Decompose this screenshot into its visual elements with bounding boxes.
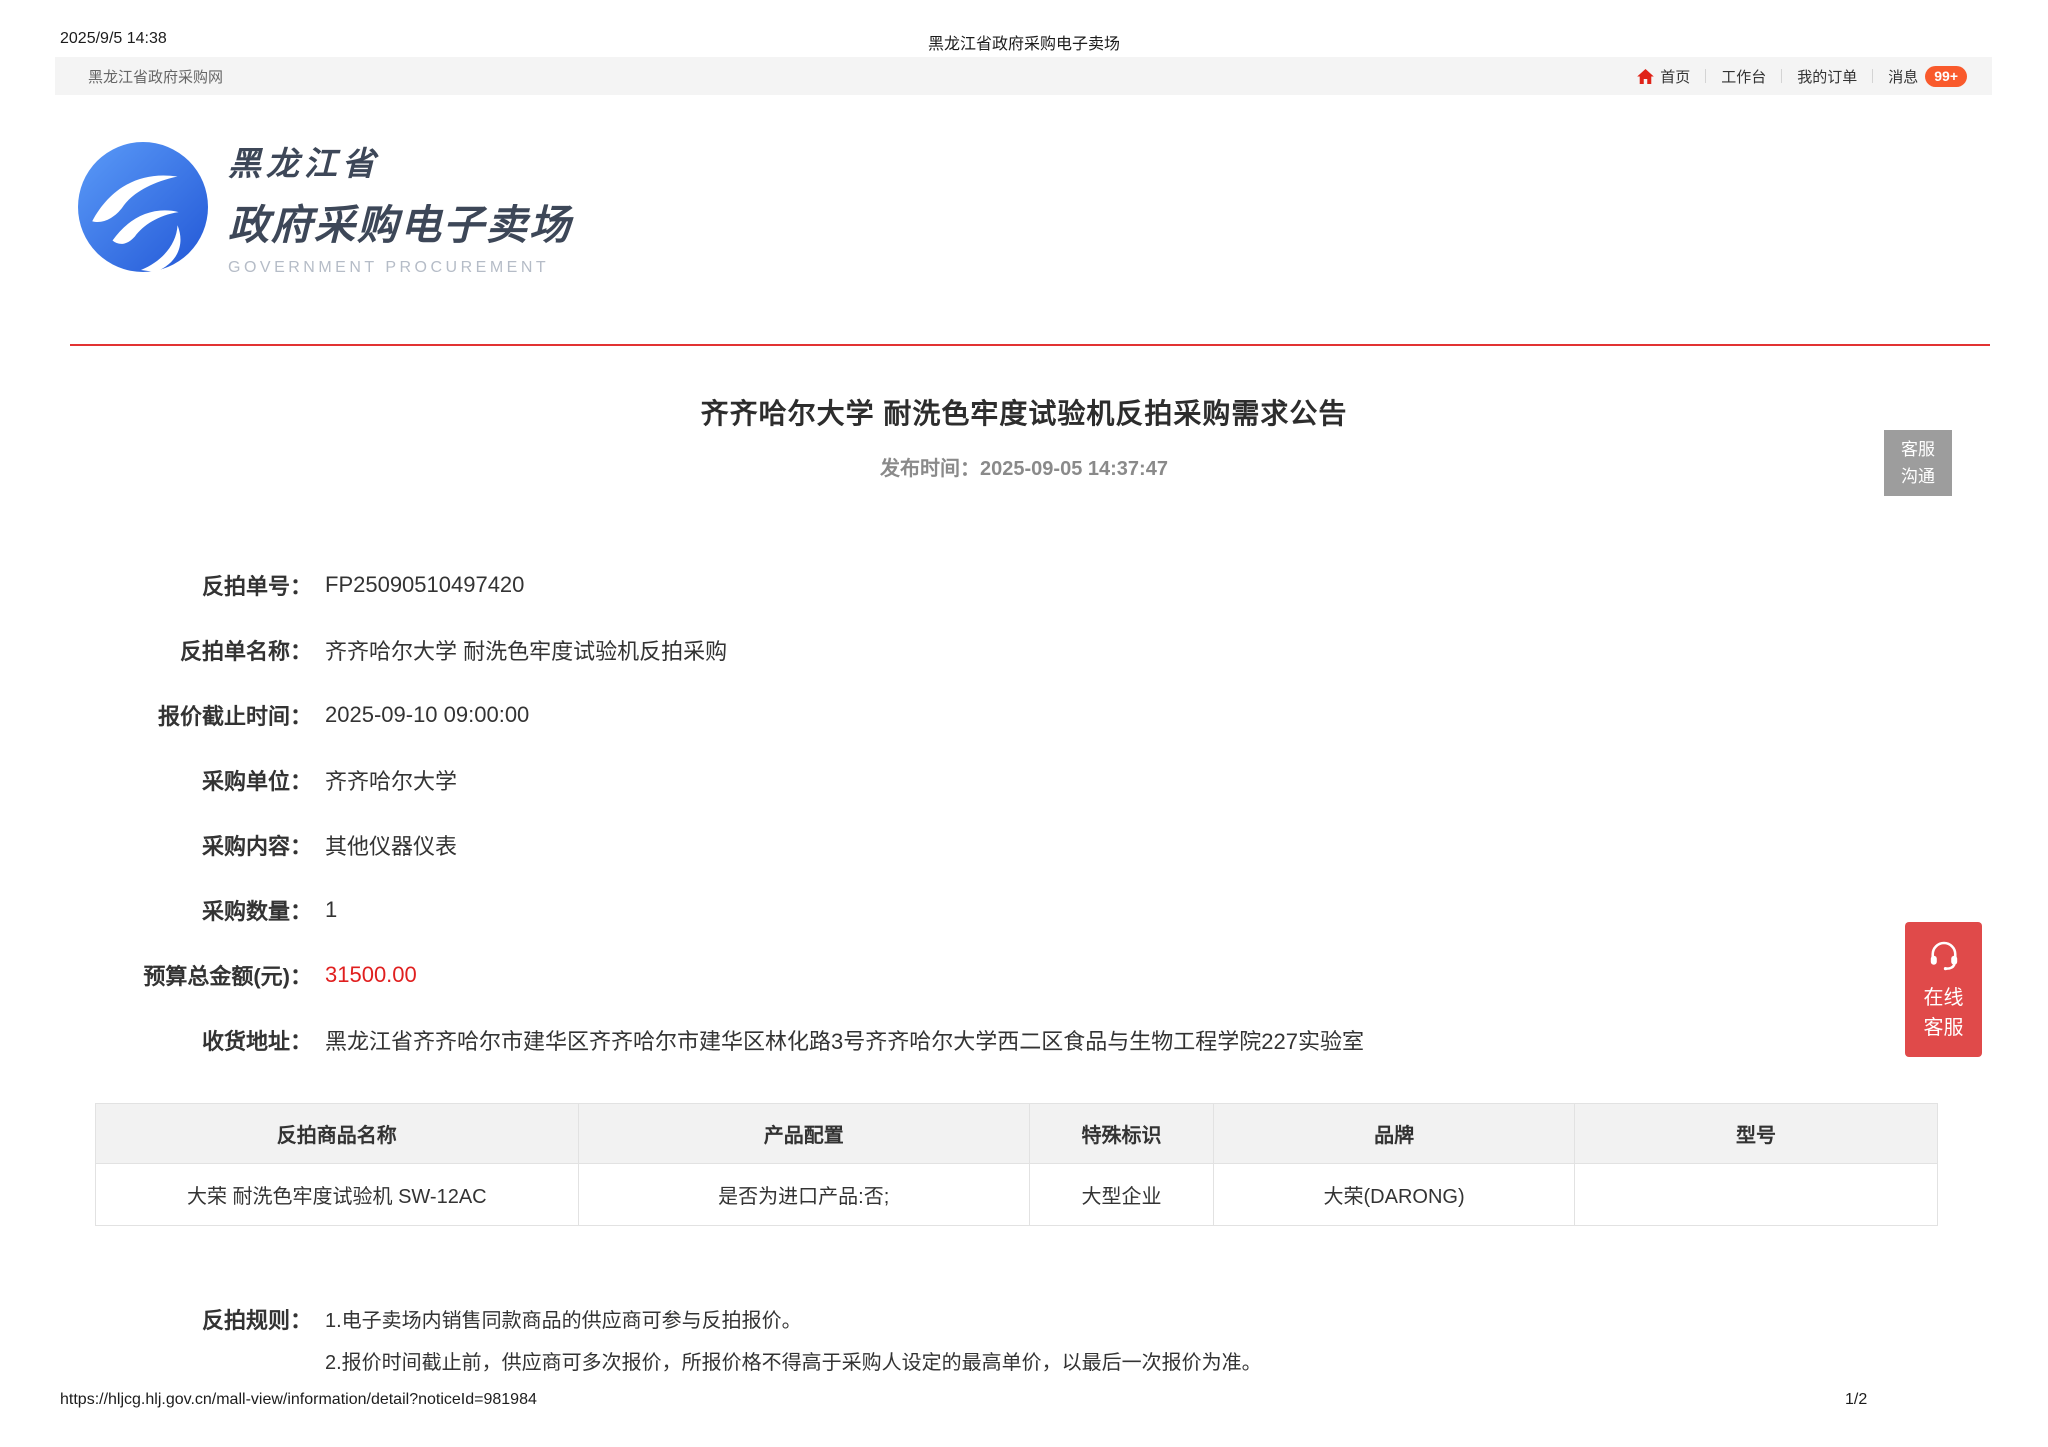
- rules-label: 反拍规则：: [201, 1308, 312, 1333]
- field-value: 2025-09-10 09:00:00: [325, 701, 530, 727]
- field-row: 反拍单号： FP25090510497420: [0, 552, 2048, 617]
- logo-text: 黑龙江省 政府采购电子卖场 GOVERNMENT PROCUREMENT: [228, 137, 572, 277]
- logo-line2: 政府采购电子卖场: [228, 202, 572, 248]
- notice-field-list: 反拍单号： FP25090510497420 反拍单名称： 齐齐哈尔大学 耐洗色…: [0, 552, 2048, 1072]
- publish-time-label: 发布时间：: [880, 458, 981, 480]
- field-label: 预算总金额(元)：: [143, 963, 312, 989]
- field-row: 反拍单名称： 齐齐哈尔大学 耐洗色牢度试验机反拍采购: [0, 617, 2048, 682]
- cell-product-name: 大荣 耐洗色牢度试验机 SW-12AC: [95, 1163, 579, 1226]
- red-divider: [70, 344, 1990, 346]
- site-name-link[interactable]: 黑龙江省政府采购网: [88, 66, 223, 87]
- nav-item-messages[interactable]: 消息 99+: [1873, 65, 1982, 87]
- field-row: 预算总金额(元)： 31500.00: [0, 942, 2048, 1007]
- field-row: 报价截止时间： 2025-09-10 09:00:00: [0, 682, 2048, 747]
- nav-item-my-orders[interactable]: 我的订单: [1782, 66, 1872, 87]
- message-count-badge: 99+: [1925, 65, 1967, 87]
- field-label: 反拍单名称：: [179, 638, 312, 664]
- table-row: 大荣 耐洗色牢度试验机 SW-12AC 是否为进口产品:否; 大型企业 大荣(D…: [95, 1163, 1938, 1226]
- print-footer-page-number: 1/2: [1845, 1391, 1868, 1408]
- publish-time-line: 发布时间：2025-09-05 14:37:47: [0, 452, 2048, 481]
- field-value: 其他仪器仪表: [325, 833, 458, 859]
- online-service-line2: 客服: [1923, 1016, 1964, 1039]
- customer-service-line1: 客服: [1901, 439, 1935, 459]
- field-label: 报价截止时间：: [157, 703, 312, 729]
- field-row: 收货地址： 黑龙江省齐齐哈尔市建华区齐齐哈尔市建华区林化路3号齐齐哈尔大学西二区…: [0, 1007, 2048, 1072]
- cell-brand: 大荣(DARONG): [1213, 1163, 1576, 1226]
- col-header-configuration: 产品配置: [577, 1103, 1030, 1164]
- nav-item-label: 首页: [1660, 68, 1691, 86]
- auction-rules: 反拍规则： 1.电子卖场内销售同款商品的供应商可参与反拍报价。 2.报价时间截止…: [0, 1300, 2048, 1384]
- top-navbar: 黑龙江省政府采购网 首页 工作台 我的订单 消息 99+: [55, 57, 1992, 95]
- cell-model: [1574, 1163, 1938, 1226]
- rule-item: 2.报价时间截止前，供应商可多次报价，所报价格不得高于采购人设定的最高单价，以最…: [325, 1352, 1262, 1374]
- field-label: 收货地址：: [201, 1028, 312, 1054]
- col-header-brand: 品牌: [1213, 1103, 1576, 1164]
- col-header-special-tag: 特殊标识: [1028, 1103, 1215, 1164]
- rules-list: 1.电子卖场内销售同款商品的供应商可参与反拍报价。 2.报价时间截止前，供应商可…: [325, 1300, 1262, 1384]
- headset-icon: [1930, 941, 1957, 970]
- table-header-row: 反拍商品名称 产品配置 特殊标识 品牌 型号: [95, 1103, 1938, 1164]
- navbar-menu: 首页 工作台 我的订单 消息 99+: [1621, 65, 1982, 87]
- nav-item-workbench[interactable]: 工作台: [1706, 66, 1781, 87]
- field-label: 反拍单号：: [201, 573, 312, 599]
- field-value: FP25090510497420: [325, 571, 525, 597]
- field-label: 采购内容：: [201, 833, 312, 859]
- logo-subtitle: GOVERNMENT PROCUREMENT: [228, 259, 550, 276]
- logo-dragon-icon: [78, 142, 208, 272]
- field-value: 齐齐哈尔大学: [325, 768, 458, 794]
- online-service-line1: 在线: [1923, 986, 1964, 1009]
- col-header-product-name: 反拍商品名称: [95, 1103, 579, 1164]
- field-row: 采购内容： 其他仪器仪表: [0, 812, 2048, 877]
- page-title: 齐齐哈尔大学 耐洗色牢度试验机反拍采购需求公告: [700, 398, 1348, 429]
- field-label: 采购单位：: [201, 768, 312, 794]
- site-logo: 黑龙江省 政府采购电子卖场 GOVERNMENT PROCUREMENT: [78, 137, 572, 277]
- nav-item-label: 我的订单: [1797, 68, 1858, 86]
- print-doc-title: 黑龙江省政府采购电子卖场: [927, 36, 1120, 53]
- col-header-model: 型号: [1574, 1103, 1938, 1164]
- product-table: 反拍商品名称 产品配置 特殊标识 品牌 型号 大荣 耐洗色牢度试验机 SW-12…: [95, 1103, 1938, 1226]
- cell-special-tag: 大型企业: [1028, 1163, 1215, 1226]
- field-label: 采购数量：: [201, 898, 312, 924]
- publish-time-value: 2025-09-05 14:37:47: [980, 458, 1168, 480]
- customer-service-line2: 沟通: [1901, 467, 1935, 486]
- field-row: 采购数量： 1: [0, 877, 2048, 942]
- print-footer-url: https://hljcg.hlj.gov.cn/mall-view/infor…: [60, 1391, 537, 1408]
- home-icon: [1636, 67, 1655, 86]
- nav-item-label: 工作台: [1721, 68, 1767, 86]
- nav-item-home[interactable]: 首页: [1621, 66, 1705, 87]
- customer-service-button[interactable]: 客服 沟通: [1884, 430, 1952, 496]
- budget-amount-value: 31500.00: [325, 961, 417, 987]
- field-value: 齐齐哈尔大学 耐洗色牢度试验机反拍采购: [325, 638, 728, 664]
- product-table-wrap: 反拍商品名称 产品配置 特殊标识 品牌 型号 大荣 耐洗色牢度试验机 SW-12…: [95, 1103, 1938, 1226]
- rule-item: 1.电子卖场内销售同款商品的供应商可参与反拍报价。: [325, 1310, 802, 1332]
- field-row: 采购单位： 齐齐哈尔大学: [0, 747, 2048, 812]
- online-service-button[interactable]: 在线 客服: [1905, 922, 1982, 1057]
- nav-item-label: 消息: [1888, 68, 1919, 86]
- cell-configuration: 是否为进口产品:否;: [577, 1163, 1030, 1226]
- logo-line1: 黑龙江省: [228, 145, 380, 182]
- field-value: 1: [325, 896, 338, 922]
- field-value: 黑龙江省齐齐哈尔市建华区齐齐哈尔市建华区林化路3号齐齐哈尔大学西二区食品与生物工…: [325, 1028, 1364, 1054]
